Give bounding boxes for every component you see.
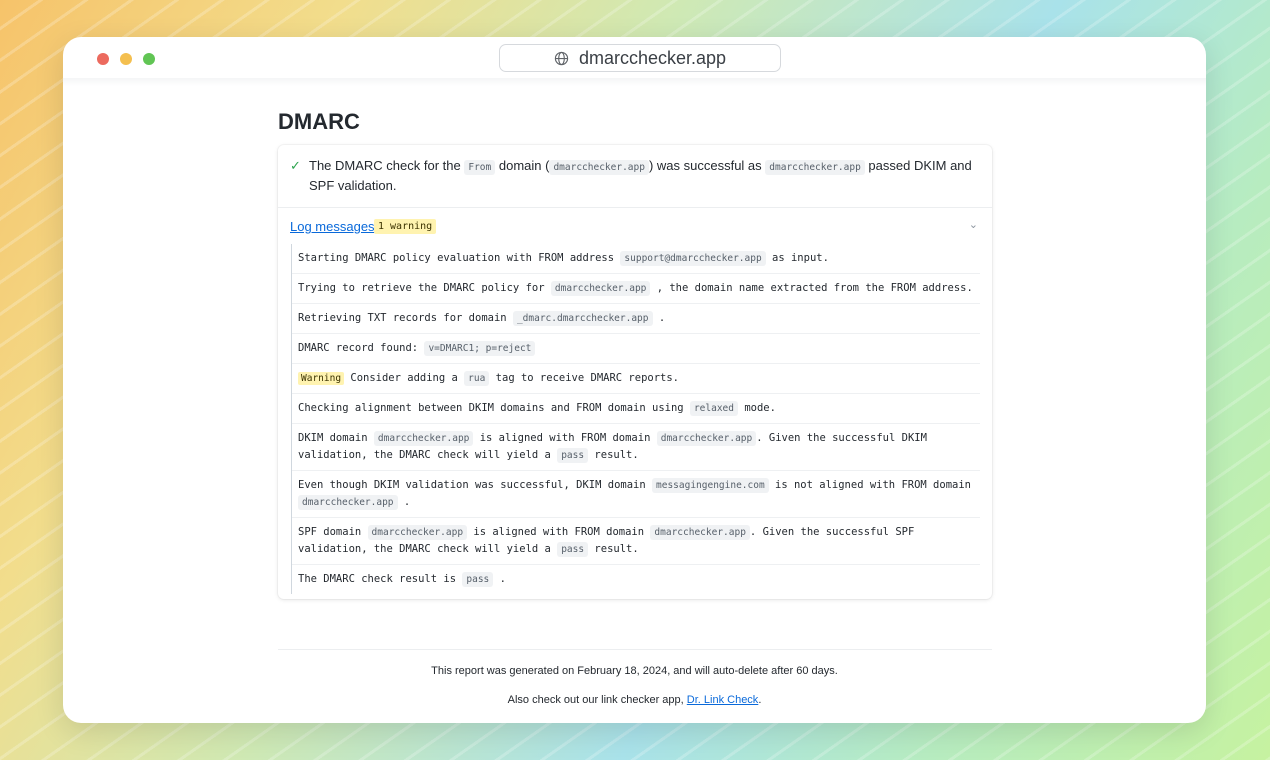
log-code: v=DMARC1; p=reject	[424, 341, 536, 356]
summary-code: dmarcchecker.app	[765, 160, 865, 175]
warning-count-badge: 1 warning	[374, 219, 437, 234]
log-text: is aligned with FROM domain	[473, 526, 645, 538]
log-text: Trying to retrieve the DMARC policy for	[298, 282, 545, 294]
check-icon: ✓	[290, 158, 301, 173]
log-text: Starting DMARC policy evaluation with FR…	[298, 252, 615, 264]
log-text: .	[403, 496, 411, 508]
promo-text: Also check out our link checker app,	[507, 694, 684, 706]
summary-code: From	[464, 160, 496, 175]
toolbar-divider	[63, 78, 1206, 86]
promo-text: .	[758, 694, 762, 706]
summary-text: ) was successful as	[648, 158, 762, 173]
section-title: DMARC	[278, 109, 360, 134]
log-code: _dmarc.dmarcchecker.app	[512, 311, 653, 326]
summary-text: The DMARC check for the	[309, 158, 461, 173]
maximize-window-button[interactable]	[143, 53, 155, 65]
log-text: The DMARC check result is	[298, 573, 457, 585]
log-text: Consider adding a	[350, 372, 458, 384]
log-text: as input.	[772, 252, 829, 264]
result-summary: ✓ The DMARC check for the From domain (d…	[278, 145, 992, 208]
log-text: Checking alignment between DKIM domains …	[298, 402, 684, 414]
browser-window: dmarcchecker.app DMARC ✓ The DMARC check…	[63, 37, 1206, 723]
log-messages-toggle[interactable]: Log messages	[290, 219, 375, 234]
log-text: is aligned with FROM domain	[479, 432, 651, 444]
log-message: Starting DMARC policy evaluation with FR…	[292, 244, 980, 274]
log-code: dmarcchecker.app	[656, 431, 757, 446]
log-message: DMARC record found: v=DMARC1; p=reject	[292, 334, 980, 364]
log-code: rua	[464, 371, 490, 386]
log-code: dmarcchecker.app	[650, 525, 750, 540]
report-generated-note: This report was generated on February 18…	[431, 665, 838, 677]
footer-divider	[278, 649, 992, 650]
log-text: .	[499, 573, 506, 585]
minimize-window-button[interactable]	[120, 53, 132, 65]
log-message: Trying to retrieve the DMARC policy for …	[292, 274, 980, 304]
log-message: The DMARC check result is pass .	[292, 565, 980, 594]
log-text: , the domain name extracted from the FRO…	[656, 282, 973, 294]
log-code: pass	[557, 542, 589, 557]
close-window-button[interactable]	[97, 53, 109, 65]
log-text: SPF domain	[298, 526, 362, 538]
log-code: dmarcchecker.app	[298, 495, 398, 510]
log-code: relaxed	[689, 401, 738, 416]
log-message-list: Starting DMARC policy evaluation with FR…	[291, 244, 980, 594]
summary-text: domain (	[498, 158, 550, 173]
log-code: messagingengine.com	[652, 478, 769, 493]
summary-code: dmarcchecker.app	[549, 160, 649, 175]
log-text: Even though DKIM validation was successf…	[298, 479, 646, 491]
log-text: is not aligned with FROM domain	[775, 479, 971, 491]
address-bar[interactable]: dmarcchecker.app	[499, 44, 781, 72]
log-message: Even though DKIM validation was successf…	[292, 471, 980, 518]
log-message: SPF domain dmarcchecker.app is aligned w…	[292, 518, 980, 565]
log-message-warning: Warning Consider adding a rua tag to rec…	[292, 364, 980, 394]
warning-tag: Warning	[298, 372, 345, 385]
log-code: pass	[557, 448, 589, 463]
window-controls	[97, 53, 155, 65]
log-text: result.	[594, 543, 639, 555]
log-code: dmarcchecker.app	[367, 525, 468, 540]
dr-link-check-link[interactable]: Dr. Link Check	[687, 694, 759, 706]
log-text: result.	[594, 449, 639, 461]
log-text: DKIM domain	[298, 432, 368, 444]
log-message: Checking alignment between DKIM domains …	[292, 394, 980, 424]
log-messages-header[interactable]: Log messages 1 warning ⌄	[278, 208, 992, 244]
log-code: dmarcchecker.app	[373, 431, 474, 446]
log-code: dmarcchecker.app	[550, 281, 651, 296]
log-message: Retrieving TXT records for domain _dmarc…	[292, 304, 980, 334]
log-text: DMARC record found:	[298, 342, 419, 354]
globe-icon	[554, 51, 569, 65]
log-text: .	[658, 312, 666, 324]
promo-note: Also check out our link checker app, Dr.…	[63, 694, 1206, 706]
log-code: support@dmarcchecker.app	[620, 251, 766, 266]
log-text: tag to receive DMARC reports.	[495, 372, 679, 384]
log-text: mode.	[744, 402, 776, 414]
url-text: dmarcchecker.app	[578, 47, 727, 68]
chevron-down-icon[interactable]: ⌄	[969, 218, 978, 231]
log-code: pass	[462, 572, 494, 587]
log-text: Retrieving TXT records for domain	[298, 312, 507, 324]
log-message: DKIM domain dmarcchecker.app is aligned …	[292, 424, 980, 471]
